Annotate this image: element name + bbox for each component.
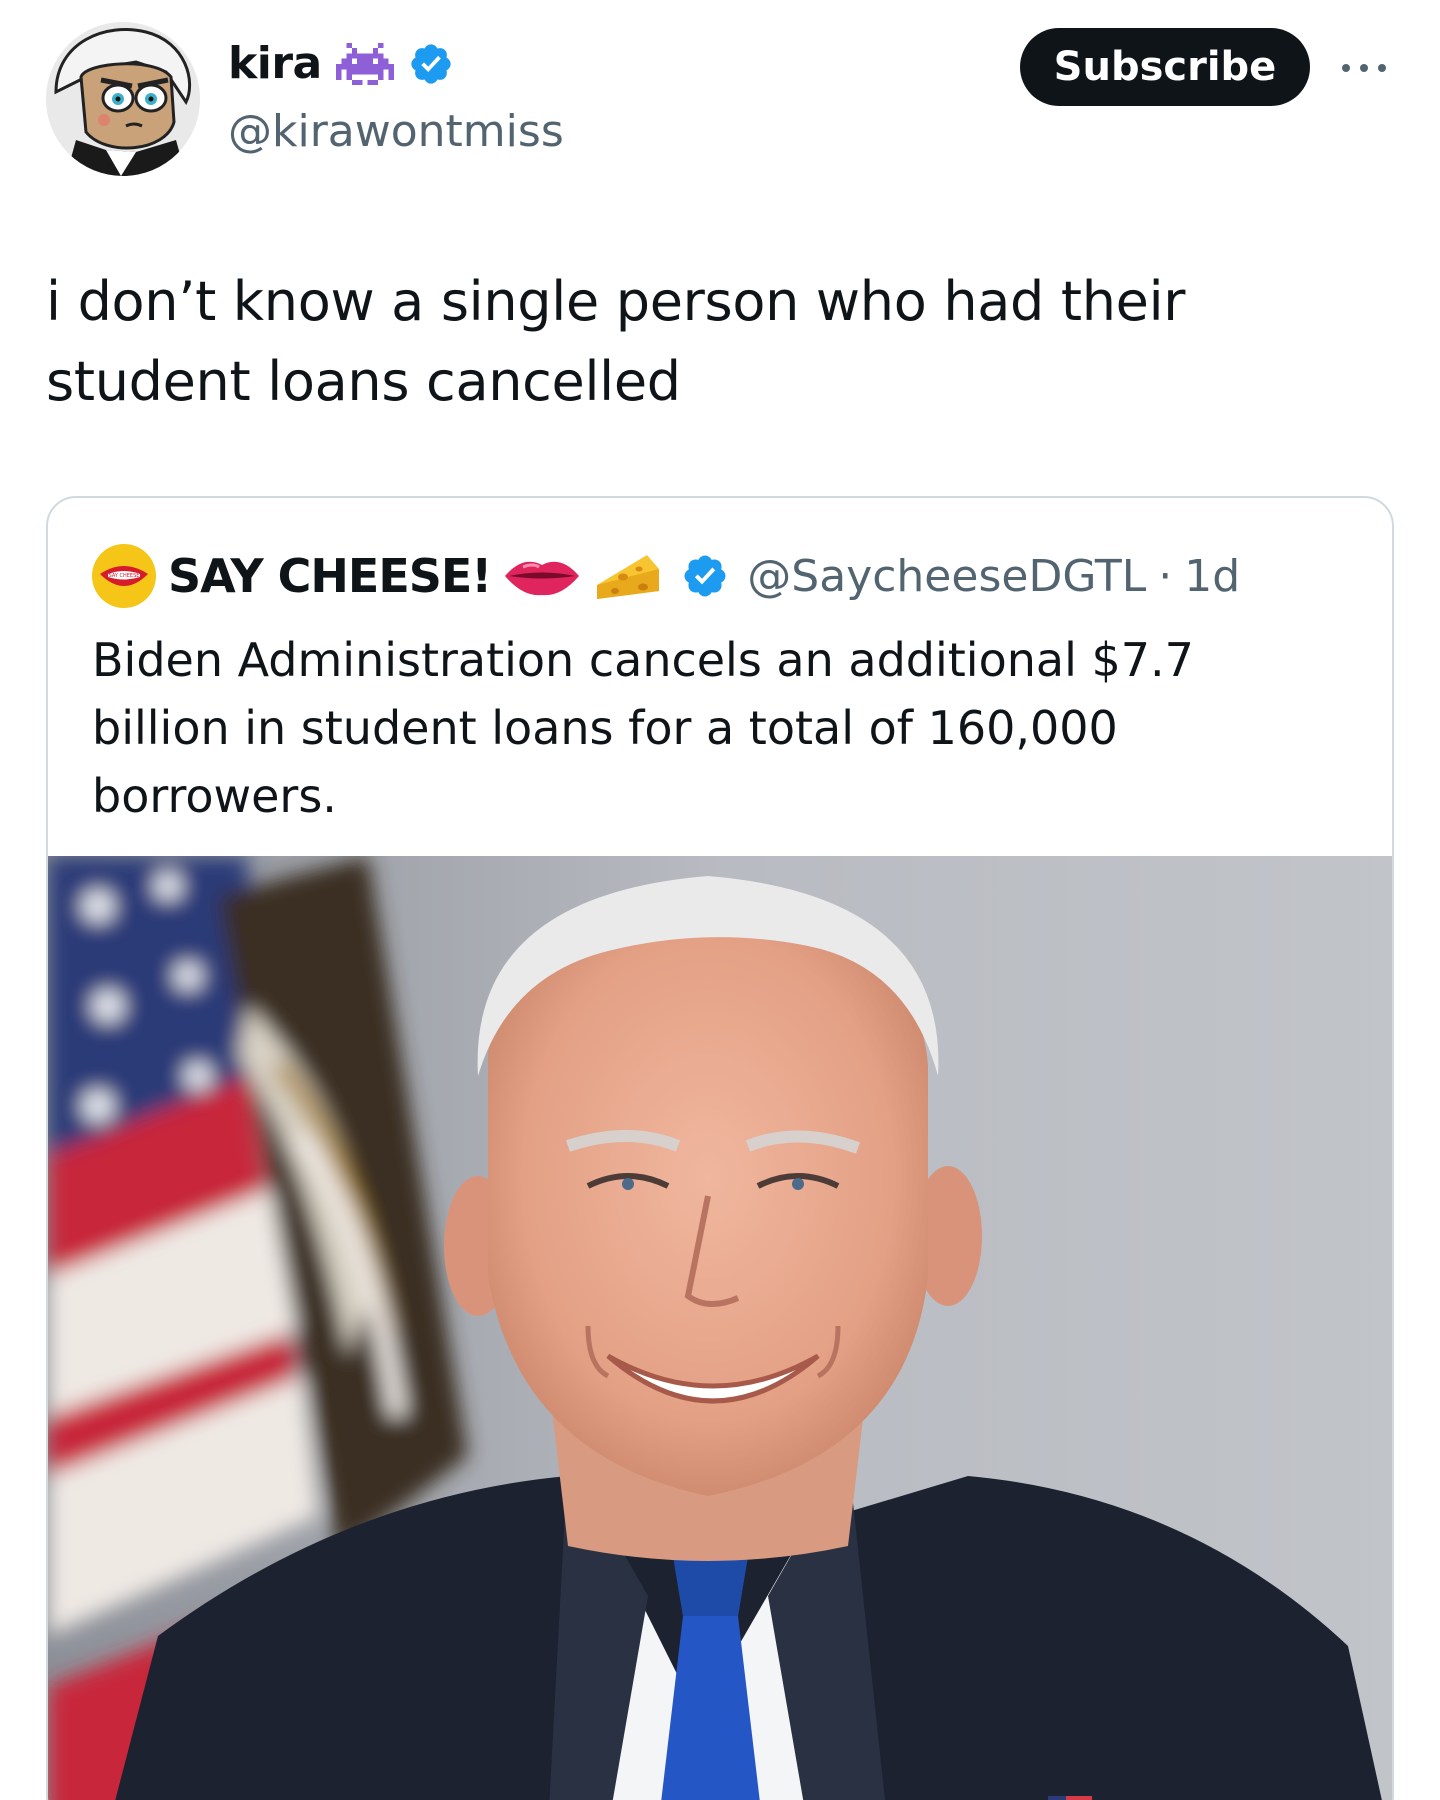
lips-icon [505, 561, 580, 596]
author-handle[interactable]: @kirawontmiss [228, 106, 564, 157]
quoted-tweet-text: Biden Administration cancels an addition… [92, 633, 1194, 823]
quoted-tweet-header: SAY CHEESE SAY CHEESE! @SaycheeseDGTL · … [92, 544, 1240, 608]
space-invader-icon [335, 42, 394, 85]
author-name-row: kira [228, 38, 454, 89]
author-display-name[interactable]: kira [228, 38, 322, 89]
more-dots-icon[interactable] [1336, 48, 1392, 88]
quoted-author-avatar[interactable]: SAY CHEESE [92, 544, 156, 608]
separator-dot: · [1158, 550, 1173, 602]
subscribe-button[interactable]: Subscribe [1020, 28, 1310, 106]
dot [1378, 64, 1386, 72]
tweet-view: kira @kirawontmiss Subscribe i don’t kno… [0, 0, 1440, 1800]
quoted-handle[interactable]: @SaycheeseDGTL [747, 551, 1146, 602]
quoted-tweet-photo[interactable] [48, 856, 1392, 1800]
portrait-photo-image [48, 856, 1392, 1800]
verified-badge-icon[interactable] [681, 552, 729, 600]
tweet-text: i don’t know a single person who had the… [46, 270, 1186, 413]
author-avatar[interactable] [46, 22, 200, 176]
verified-badge-icon[interactable] [408, 41, 454, 87]
avatar-cartoon-icon [46, 22, 200, 176]
quoted-timestamp[interactable]: 1d [1184, 551, 1240, 602]
dot [1360, 64, 1368, 72]
dot [1342, 64, 1350, 72]
quoted-display-name[interactable]: SAY CHEESE! [168, 549, 492, 603]
svg-text:SAY CHEESE: SAY CHEESE [109, 573, 140, 579]
cheese-icon [597, 555, 660, 599]
quoted-tweet-card[interactable]: SAY CHEESE SAY CHEESE! @SaycheeseDGTL · … [46, 496, 1394, 1800]
